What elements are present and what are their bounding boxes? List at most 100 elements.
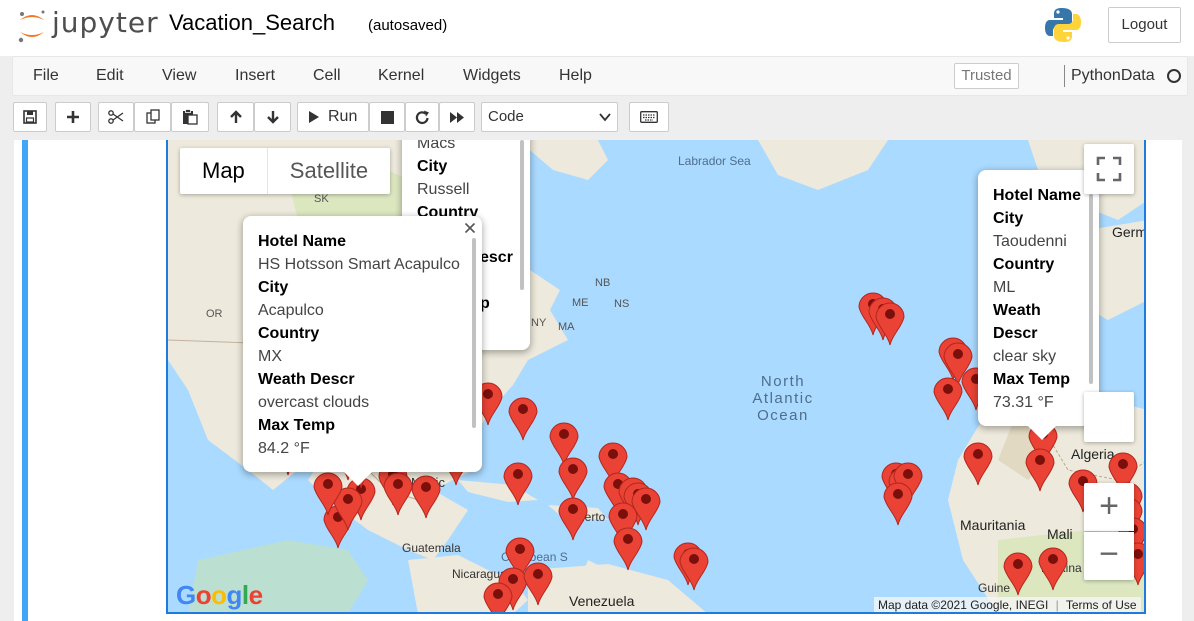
map-marker[interactable] [883,482,913,526]
map-marker[interactable] [1038,547,1068,591]
taoudenni-country-value: ML [993,279,1016,296]
menu-cell[interactable]: Cell [313,67,341,85]
map-marker[interactable] [963,442,993,486]
kernel-name[interactable]: PythonData [1071,67,1155,85]
fullscreen-button[interactable] [1084,144,1134,194]
taoudenni-weather-label: Weath Descr [993,302,1041,342]
attribution-divider: | [1055,598,1059,612]
map-marker[interactable] [679,547,709,591]
run-label: Run [328,108,358,125]
map-attribution: Map data ©2021 Google, INEGI | Terms of … [874,597,1141,612]
chevron-down-icon [599,113,611,122]
cut-button[interactable] [98,102,134,132]
menu-view[interactable]: View [162,67,196,85]
jupyter-logo-icon[interactable] [16,8,48,44]
russell-partial-hotel: Macs [417,140,456,152]
move-down-button[interactable] [254,102,291,132]
map-marker[interactable] [383,472,413,516]
map-marker[interactable] [508,397,538,441]
map-marker[interactable] [1003,552,1033,596]
zoom-in-button[interactable]: + [1084,483,1134,531]
infowindow-taoudenni[interactable]: Hotel Name City Taoudenni Country ML Wea… [978,170,1099,440]
russell-city-label: City [417,158,448,175]
acapulco-country-label: Country [258,325,320,342]
menu-insert[interactable]: Insert [235,67,275,85]
copy-icon [145,109,160,124]
cell-type-select[interactable]: Code [481,102,618,132]
terms-of-use-link[interactable]: Terms of Use [1066,598,1137,612]
trusted-indicator[interactable]: Trusted [954,63,1019,89]
map-marker[interactable] [523,562,553,606]
street-view-control[interactable] [1084,392,1134,442]
map-marker[interactable] [875,302,905,346]
map-marker[interactable] [558,457,588,501]
run-icon [309,111,319,123]
menu-edit[interactable]: Edit [96,67,124,85]
acapulco-hotel-label: Hotel Name [258,233,347,250]
close-icon[interactable] [464,222,476,234]
kernel-status-icon [1167,69,1181,83]
google-logo[interactable]: Google [176,580,263,611]
acapulco-weather-label: Weath Descr [258,371,355,388]
notebook-header: jupyter Vacation_Search (autosaved) Logo… [0,0,1194,56]
arrow-up-icon [229,110,242,123]
cut-icon [108,110,124,124]
map-marker[interactable] [411,475,441,519]
map-marker[interactable] [558,497,588,541]
menu-file[interactable]: File [33,67,59,85]
command-palette-button[interactable] [629,102,669,132]
infowindow-acapulco[interactable]: Hotel Name HS Hotsson Smart Acapulco Cit… [243,216,482,486]
map-marker[interactable] [613,527,643,571]
interrupt-button[interactable] [369,102,405,132]
notebook-name[interactable]: Vacation_Search [169,10,335,36]
acapulco-temp-label: Max Temp [258,417,336,434]
gmaps-output[interactable]: Labrador Sea North Atlantic Ocean Caribb… [166,140,1146,614]
attribution-text: Map data ©2021 Google, INEGI [878,598,1049,612]
taoudenni-hotel-label: Hotel Name [993,187,1082,204]
run-button[interactable]: Run [297,102,369,132]
acapulco-weather-value: overcast clouds [258,394,370,411]
keyboard-icon [640,111,658,123]
copy-button[interactable] [134,102,171,132]
taoudenni-temp-value: 73.31 °F [993,394,1054,411]
menu-widgets[interactable]: Widgets [463,67,521,85]
acapulco-temp-value: 84.2 °F [258,440,310,457]
python-logo-icon [1045,8,1081,42]
map-type-control: Map Satellite [180,148,391,194]
restart-button[interactable] [405,102,439,132]
save-icon [23,110,37,124]
autosave-status: (autosaved) [368,17,448,34]
kernel-separator [1064,65,1065,87]
jupyter-logo-text[interactable]: jupyter [52,6,159,39]
paste-button[interactable] [171,102,209,132]
menu-help[interactable]: Help [559,67,592,85]
acapulco-scrollbar[interactable] [472,238,476,428]
taoudenni-scrollbar[interactable] [1089,194,1093,384]
russell-scrollbar[interactable] [520,140,524,290]
map-marker[interactable] [933,377,963,421]
save-button[interactable] [13,102,47,132]
cell-type-value: Code [488,108,524,125]
move-up-button[interactable] [217,102,254,132]
map-marker[interactable] [1025,448,1055,492]
taoudenni-weather-value: clear sky [993,348,1057,365]
russell-descr-fragment: escr [480,249,513,266]
map-type-satellite-button[interactable]: Satellite [268,148,390,194]
restart-run-all-button[interactable] [439,102,475,132]
fullscreen-icon [1096,156,1122,182]
insert-cell-button[interactable] [55,102,91,132]
logout-button[interactable]: Logout [1108,7,1181,43]
map-marker[interactable] [631,487,661,531]
zoom-out-button[interactable]: − [1084,532,1134,580]
restart-icon [415,110,429,124]
menu-kernel[interactable]: Kernel [378,67,424,85]
acapulco-city-label: City [258,279,289,296]
selected-cell-indicator [22,140,28,621]
map-type-map-button[interactable]: Map [180,148,268,194]
arrow-down-icon [266,111,279,124]
acapulco-pointer [344,472,372,486]
acapulco-country-value: MX [258,348,282,365]
map-marker[interactable] [483,582,513,614]
map-marker[interactable] [503,462,533,506]
menubar: File Edit View Insert Cell Kernel Widget… [12,56,1188,96]
